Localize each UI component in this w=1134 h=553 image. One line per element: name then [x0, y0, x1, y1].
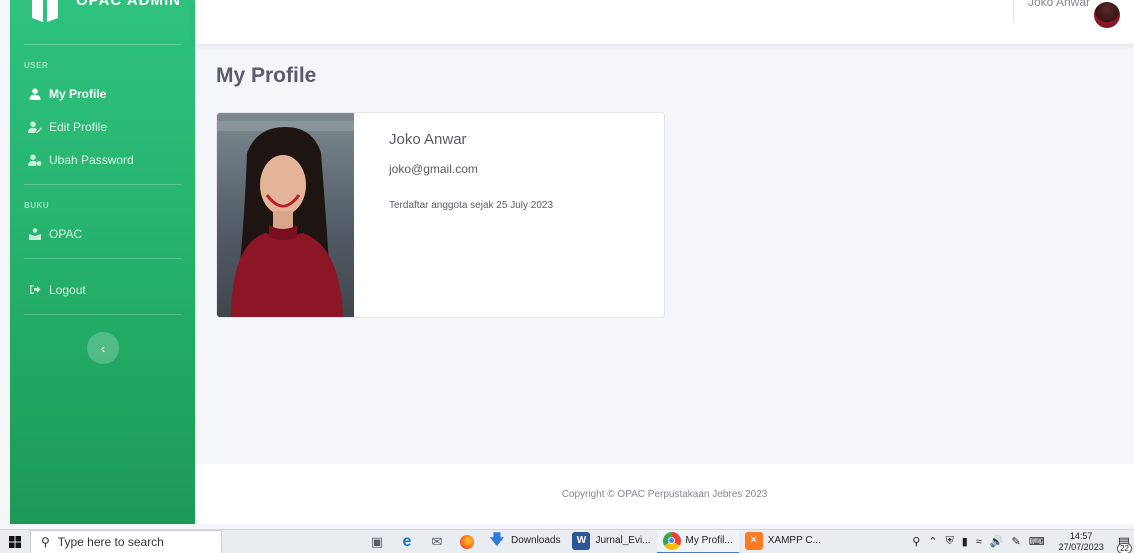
- page-title: My Profile: [216, 64, 317, 87]
- people-icon[interactable]: ⚲: [912, 535, 920, 548]
- profile-name: Joko Anwar: [389, 131, 467, 148]
- reading-icon: [28, 227, 42, 240]
- copyright-text: Copyright © OPAC Perpustakaan Jebres 202…: [561, 489, 768, 500]
- taskbar-app-downloads[interactable]: 🡇 Downloads: [482, 530, 566, 553]
- sidebar-item-label: Ubah Password: [49, 152, 134, 167]
- brand-name: OPAC ADMIN: [76, 0, 181, 9]
- profile-photo: [217, 113, 354, 317]
- mail-icon[interactable]: ✉: [422, 530, 452, 553]
- sidebar: OPAC ADMIN USER My Profile Edit Profile …: [10, 0, 195, 524]
- volume-icon[interactable]: 🔊: [990, 535, 1004, 548]
- edge-browser-icon[interactable]: e: [392, 530, 422, 553]
- windows-start-button[interactable]: [0, 530, 30, 553]
- sidebar-divider: [24, 258, 181, 259]
- user-edit-icon: [28, 120, 42, 133]
- sidebar-item-label: OPAC: [49, 226, 83, 241]
- taskbar-app-chrome[interactable]: My Profil...: [656, 529, 739, 553]
- taskbar: ⚲ Type here to search ▣ e ✉ 🡇 Downloads …: [0, 529, 1134, 553]
- keyboard-icon[interactable]: ⌨: [1029, 535, 1045, 548]
- sidebar-item-my-profile[interactable]: My Profile: [10, 77, 195, 110]
- user-cog-icon: [28, 153, 42, 166]
- chevron-left-icon: ‹: [100, 340, 106, 356]
- download-arrow-icon: 🡇: [489, 530, 505, 547]
- search-icon: ⚲: [41, 534, 50, 549]
- taskbar-app-xampp[interactable]: ✕ XAMPP C...: [739, 530, 827, 553]
- search-placeholder: Type here to search: [57, 534, 164, 549]
- sidebar-toggle-button[interactable]: ‹: [87, 332, 119, 364]
- logout-icon: [28, 284, 42, 296]
- topbar: Joko Anwar: [195, 0, 1134, 44]
- taskbar-clock[interactable]: 14:57 27/07/2023: [1055, 531, 1108, 553]
- profile-member-since: Terdaftar anggota sejak 25 July 2023: [389, 200, 553, 211]
- notification-icon[interactable]: ▤ 22: [1117, 534, 1132, 553]
- taskbar-app-label: Downloads: [511, 535, 561, 546]
- sidebar-divider: [24, 314, 181, 315]
- taskbar-app-word[interactable]: W Jurnal_Evi...: [566, 530, 656, 553]
- user-icon: [28, 87, 42, 100]
- profile-card: Joko Anwar joko@gmail.com Terdaftar angg…: [216, 112, 665, 318]
- brand[interactable]: OPAC ADMIN: [10, 0, 195, 44]
- sidebar-item-label: Edit Profile: [49, 119, 108, 134]
- book-open-icon: [32, 0, 58, 20]
- task-view-icon[interactable]: ▣: [362, 530, 392, 553]
- firefox-icon[interactable]: [452, 530, 482, 553]
- sidebar-item-logout[interactable]: Logout: [10, 273, 195, 306]
- word-icon: W: [572, 531, 591, 550]
- xampp-icon: ✕: [744, 531, 763, 550]
- chrome-icon: [662, 531, 681, 550]
- footer: Copyright © OPAC Perpustakaan Jebres 202…: [195, 464, 1134, 524]
- taskbar-search-input[interactable]: ⚲ Type here to search: [30, 529, 222, 553]
- taskbar-app-label: Jurnal_Evi...: [595, 535, 651, 546]
- taskbar-app-label: My Profil...: [685, 535, 733, 546]
- profile-email: joko@gmail.com: [389, 162, 478, 176]
- clock-time: 14:57: [1069, 530, 1093, 541]
- avatar[interactable]: [1094, 2, 1120, 28]
- sidebar-item-edit-profile[interactable]: Edit Profile: [10, 110, 195, 143]
- windows-logo-icon: [9, 535, 21, 548]
- pen-icon[interactable]: ✎: [1012, 535, 1021, 548]
- taskbar-app-label: XAMPP C...: [767, 535, 821, 546]
- topbar-user-name[interactable]: Joko Anwar: [1028, 0, 1090, 9]
- chevron-up-icon[interactable]: ⌃: [928, 535, 937, 548]
- sidebar-item-opac[interactable]: OPAC: [10, 217, 195, 250]
- sidebar-item-label: Logout: [49, 282, 86, 297]
- sidebar-heading-user: USER: [24, 61, 49, 70]
- system-tray: ⚲ ⌃ ⛨ ▮ ≈ 🔊 ✎ ⌨ 14:57 27/07/2023 ▤ 22: [908, 530, 1134, 553]
- battery-icon[interactable]: ▮: [962, 535, 968, 548]
- shield-icon[interactable]: ⛨: [945, 535, 953, 548]
- sidebar-item-label: My Profile: [49, 86, 107, 101]
- clock-date: 27/07/2023: [1058, 541, 1104, 552]
- wifi-icon[interactable]: ≈: [976, 536, 982, 548]
- topbar-divider: [1013, 0, 1014, 22]
- sidebar-item-ubah-password[interactable]: Ubah Password: [10, 143, 195, 176]
- notification-count: 22: [1117, 542, 1132, 553]
- sidebar-heading-buku: BUKU: [24, 201, 50, 210]
